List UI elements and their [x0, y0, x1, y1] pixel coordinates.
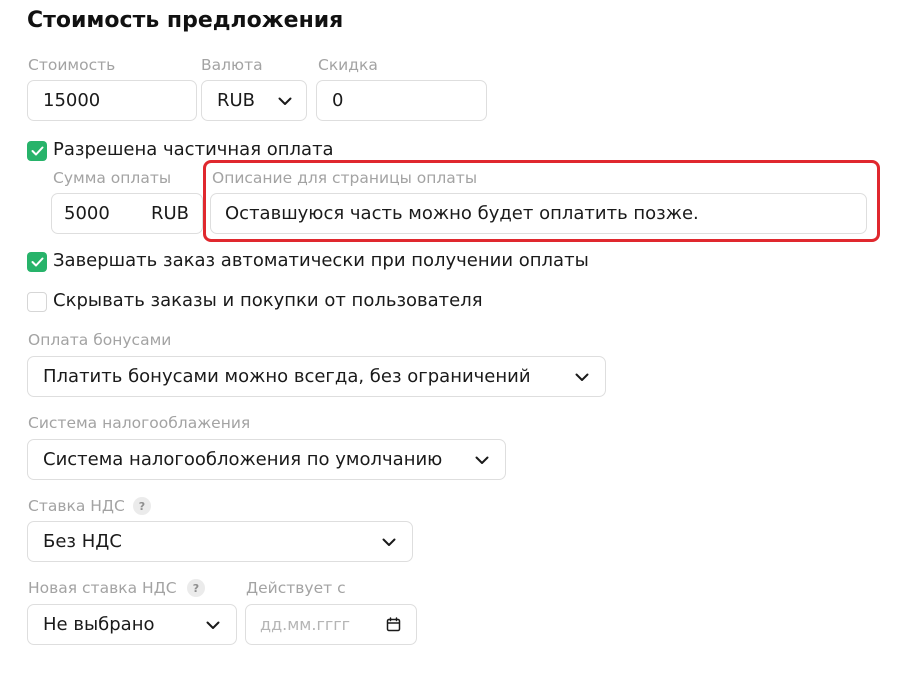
- page-title: Стоимость предложения: [27, 8, 344, 33]
- vat-select[interactable]: Без НДС: [27, 521, 413, 562]
- discount-label: Скидка: [318, 56, 378, 74]
- chevron-down-icon: [206, 621, 220, 629]
- payment-amount-value: 5000: [64, 203, 110, 224]
- highlight-box: [203, 160, 880, 242]
- chevron-down-icon: [278, 97, 292, 105]
- currency-select[interactable]: RUB: [201, 80, 307, 121]
- hide-orders-checkbox[interactable]: [27, 292, 47, 312]
- effective-date-label: Действует с: [246, 579, 346, 597]
- effective-date-input[interactable]: дд.мм.гггг: [245, 604, 417, 645]
- bonus-payment-label: Оплата бонусами: [28, 331, 172, 349]
- partial-payment-label[interactable]: Разрешена частичная оплата: [53, 139, 334, 160]
- auto-complete-label[interactable]: Завершать заказ автоматически при получе…: [53, 250, 589, 271]
- chevron-down-icon: [475, 456, 489, 464]
- tax-system-value: Система налогообложения по умолчанию: [43, 449, 443, 470]
- new-vat-select[interactable]: Не выбрано: [27, 604, 237, 645]
- cost-value: 15000: [43, 90, 101, 111]
- help-icon[interactable]: ?: [187, 579, 205, 597]
- vat-label: Ставка НДС: [28, 497, 125, 515]
- partial-payment-checkbox[interactable]: [27, 141, 47, 161]
- chevron-down-icon: [382, 538, 396, 546]
- effective-date-placeholder: дд.мм.гггг: [260, 615, 351, 634]
- hide-orders-label[interactable]: Скрывать заказы и покупки от пользовател…: [53, 290, 483, 311]
- cost-input[interactable]: 15000: [27, 80, 197, 121]
- cost-label: Стоимость: [28, 56, 116, 74]
- currency-value: RUB: [217, 90, 256, 111]
- discount-value: 0: [332, 90, 344, 111]
- tax-system-select[interactable]: Система налогообложения по умолчанию: [27, 439, 506, 480]
- new-vat-label: Новая ставка НДС: [28, 579, 177, 597]
- new-vat-value: Не выбрано: [43, 614, 155, 635]
- auto-complete-checkbox[interactable]: [27, 252, 47, 272]
- check-icon: [31, 146, 43, 156]
- bonus-payment-value: Платить бонусами можно всегда, без огран…: [43, 366, 531, 387]
- bonus-payment-select[interactable]: Платить бонусами можно всегда, без огран…: [27, 356, 606, 397]
- help-icon[interactable]: ?: [133, 497, 151, 515]
- chevron-down-icon: [575, 373, 589, 381]
- vat-value: Без НДС: [43, 531, 122, 552]
- payment-amount-input[interactable]: 5000 RUB: [51, 193, 203, 234]
- currency-label: Валюта: [201, 56, 263, 74]
- payment-amount-currency: RUB: [150, 203, 189, 224]
- tax-system-label: Система налогооблажения: [28, 414, 251, 432]
- payment-amount-label: Сумма оплаты: [53, 169, 172, 187]
- check-icon: [31, 257, 43, 267]
- calendar-icon[interactable]: [386, 617, 401, 632]
- discount-input[interactable]: 0: [316, 80, 487, 121]
